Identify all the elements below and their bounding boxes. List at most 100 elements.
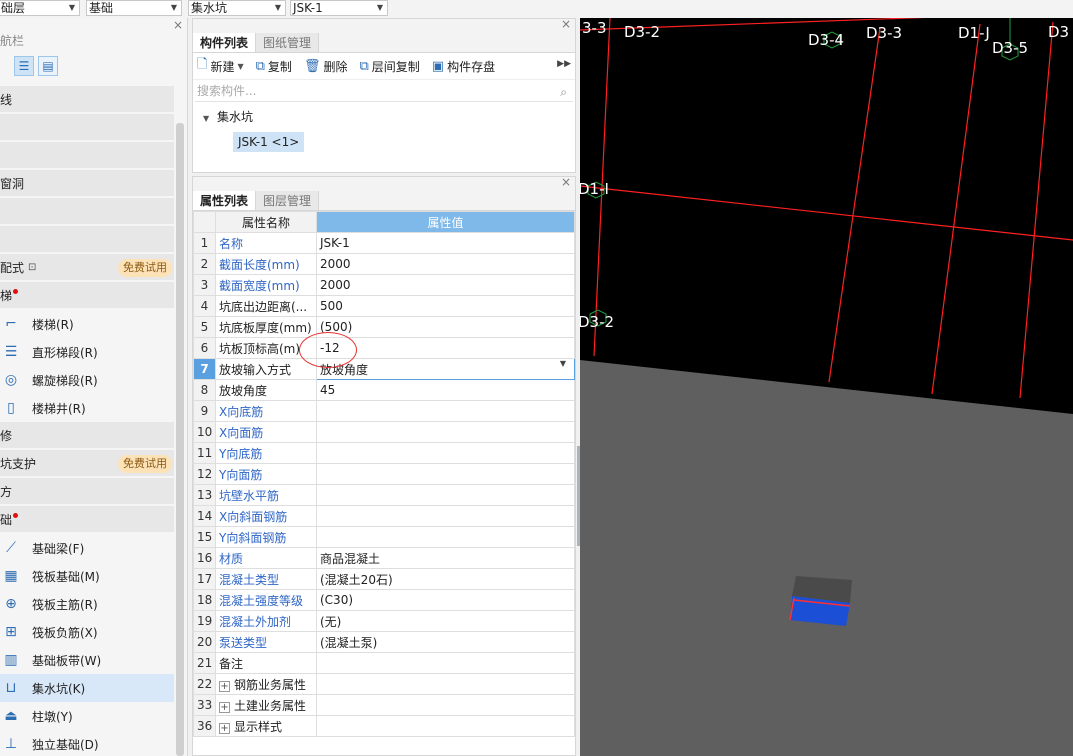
property-value[interactable]: (500) (316, 316, 575, 338)
property-row[interactable]: 22 + 钢筋业务属性 (193, 673, 575, 695)
component-select[interactable]: JSK-1 ▼ (290, 0, 388, 16)
property-row[interactable]: 18 混凝土强度等级 (C30) (193, 589, 575, 611)
property-value[interactable] (316, 400, 575, 422)
close-icon[interactable]: × (561, 17, 571, 31)
property-row[interactable]: 36 + 显示样式 (193, 715, 575, 737)
list-view-icon[interactable]: ☰ (14, 56, 34, 76)
property-row[interactable]: 16 材质 商品混凝土 (193, 547, 575, 569)
nav-item[interactable]: ⊞ 筏板负筋(X) (0, 618, 174, 646)
property-value[interactable] (316, 694, 575, 716)
property-row[interactable]: 13 坑壁水平筋 (193, 484, 575, 506)
floor-select[interactable]: 础层 ▼ (0, 0, 80, 16)
nav-category[interactable]: 线 (0, 86, 174, 114)
property-value[interactable]: 45 (316, 379, 575, 401)
property-row[interactable]: 10 X向面筋 (193, 421, 575, 443)
property-value[interactable]: (C30) (316, 589, 575, 611)
property-row[interactable]: 4 坑底出边距离(... 500 (193, 295, 575, 317)
free-trial-badge[interactable]: 免费试用 (118, 259, 172, 277)
nav-item[interactable]: ◎ 螺旋梯段(R) (0, 366, 174, 394)
property-value[interactable] (316, 442, 575, 464)
property-row[interactable]: 15 Y向斜面钢筋 (193, 526, 575, 548)
property-row[interactable]: 20 泵送类型 (混凝土泵) (193, 631, 575, 653)
copy-button[interactable]: ⧉ 复制 (256, 58, 292, 75)
property-row[interactable]: 6 坑板顶标高(m) -12 (193, 337, 575, 359)
property-value[interactable] (316, 421, 575, 443)
property-row[interactable]: 3 截面宽度(mm) 2000 (193, 274, 575, 296)
tab-component-list[interactable]: 构件列表 (193, 33, 257, 52)
chevron-down-icon[interactable]: ▼ (560, 360, 566, 369)
property-value[interactable]: 500 (316, 295, 575, 317)
property-row[interactable]: 2 截面长度(mm) 2000 (193, 253, 575, 275)
nav-item[interactable]: ⊔ 集水坑(K) (0, 674, 174, 702)
property-value[interactable]: 商品混凝土 (316, 547, 575, 569)
nav-category[interactable]: 配式 ⊡ 免费试用 (0, 254, 174, 282)
caret-down-icon[interactable]: ▼ (203, 114, 209, 123)
property-row[interactable]: 21 备注 (193, 652, 575, 674)
property-value[interactable]: JSK-1 (316, 232, 575, 254)
nav-category[interactable] (0, 114, 174, 142)
category-select[interactable]: 基础 ▼ (86, 0, 182, 16)
property-value[interactable] (316, 505, 575, 527)
nav-category[interactable]: 梯 (0, 282, 174, 310)
property-value[interactable]: (无) (316, 610, 575, 632)
property-value[interactable]: (混凝土20石) (316, 568, 575, 590)
nav-item[interactable]: ⟋ 基础梁(F) (0, 534, 174, 562)
nav-item[interactable]: ▦ 筏板基础(M) (0, 562, 174, 590)
property-row[interactable]: 33 + 土建业务属性 (193, 694, 575, 716)
property-value[interactable] (316, 484, 575, 506)
search-input[interactable]: 搜索构件... ⌕ (195, 82, 573, 102)
tab-property-list[interactable]: 属性列表 (193, 191, 257, 210)
nav-category[interactable] (0, 226, 174, 254)
nav-item[interactable]: ⏏ 柱墩(Y) (0, 702, 174, 730)
type-select[interactable]: 集水坑 ▼ (188, 0, 286, 16)
nav-item[interactable]: ▥ 基础板带(W) (0, 646, 174, 674)
close-icon[interactable]: × (173, 18, 183, 32)
property-value[interactable] (316, 715, 575, 737)
nav-item[interactable]: ▯ 楼梯井(R) (0, 394, 174, 422)
property-value[interactable] (316, 652, 575, 674)
nav-scrollbar[interactable] (176, 123, 184, 756)
property-row[interactable]: 19 混凝土外加剂 (无) (193, 610, 575, 632)
save-component-button[interactable]: ▣ 构件存盘 (432, 58, 495, 75)
nav-item[interactable]: ☰ 直形梯段(R) (0, 338, 174, 366)
expand-icon[interactable]: + (219, 722, 230, 734)
expand-icon[interactable]: + (219, 680, 230, 692)
property-row[interactable]: 9 X向底筋 (193, 400, 575, 422)
free-trial-badge[interactable]: 免费试用 (118, 455, 172, 473)
tree-leaf-jsk1[interactable]: JSK-1 <1> (233, 132, 305, 152)
property-row[interactable]: 7 放坡输入方式 放坡角度 ▼ (193, 358, 575, 380)
property-row[interactable]: 12 Y向面筋 (193, 463, 575, 485)
property-row[interactable]: 17 混凝土类型 (混凝土20石) (193, 568, 575, 590)
property-value[interactable] (316, 526, 575, 548)
property-value[interactable] (316, 463, 575, 485)
tab-layer-management[interactable]: 图层管理 (256, 191, 320, 210)
detail-view-icon[interactable]: ▤ (38, 56, 58, 76)
property-row[interactable]: 5 坑底板厚度(mm) (500) (193, 316, 575, 338)
nav-category[interactable] (0, 142, 174, 170)
tree-node-sump-pit[interactable]: ▼ 集水坑 (203, 108, 575, 128)
search-icon[interactable]: ⌕ (560, 83, 567, 101)
more-icon[interactable]: ▶▶ (557, 59, 571, 69)
property-value[interactable]: 2000 (316, 274, 575, 296)
property-value[interactable]: 2000 (316, 253, 575, 275)
new-button[interactable]: 🗋 新建 ▼ (197, 55, 244, 77)
nav-category[interactable]: 坑支护 免费试用 (0, 450, 174, 478)
close-icon[interactable]: × (561, 175, 571, 189)
property-row[interactable]: 11 Y向底筋 (193, 442, 575, 464)
nav-item[interactable]: ⊥ 独立基础(D) (0, 730, 174, 756)
nav-item[interactable]: ⌐ 楼梯(R) (0, 310, 174, 338)
nav-category[interactable]: 窗洞 (0, 170, 174, 198)
nav-item[interactable]: ⊕ 筏板主筋(R) (0, 590, 174, 618)
delete-button[interactable]: 🗑 删除 (304, 58, 348, 75)
property-value[interactable]: (混凝土泵) (316, 631, 575, 653)
property-value[interactable]: 放坡角度 ▼ (316, 358, 575, 380)
nav-category[interactable]: 修 (0, 422, 174, 450)
nav-category[interactable]: 础 (0, 506, 174, 534)
property-value[interactable] (316, 673, 575, 695)
nav-category[interactable] (0, 198, 174, 226)
tab-drawing-management[interactable]: 图纸管理 (256, 33, 320, 52)
expand-icon[interactable]: + (219, 701, 230, 713)
cad-viewport[interactable]: 3-3 D3-2 D3-4 D3-3 D1-J D3-5 D3 D1-I D3-2 (580, 18, 1073, 756)
property-row[interactable]: 14 X向斜面钢筋 (193, 505, 575, 527)
nav-category[interactable]: 方 (0, 478, 174, 506)
